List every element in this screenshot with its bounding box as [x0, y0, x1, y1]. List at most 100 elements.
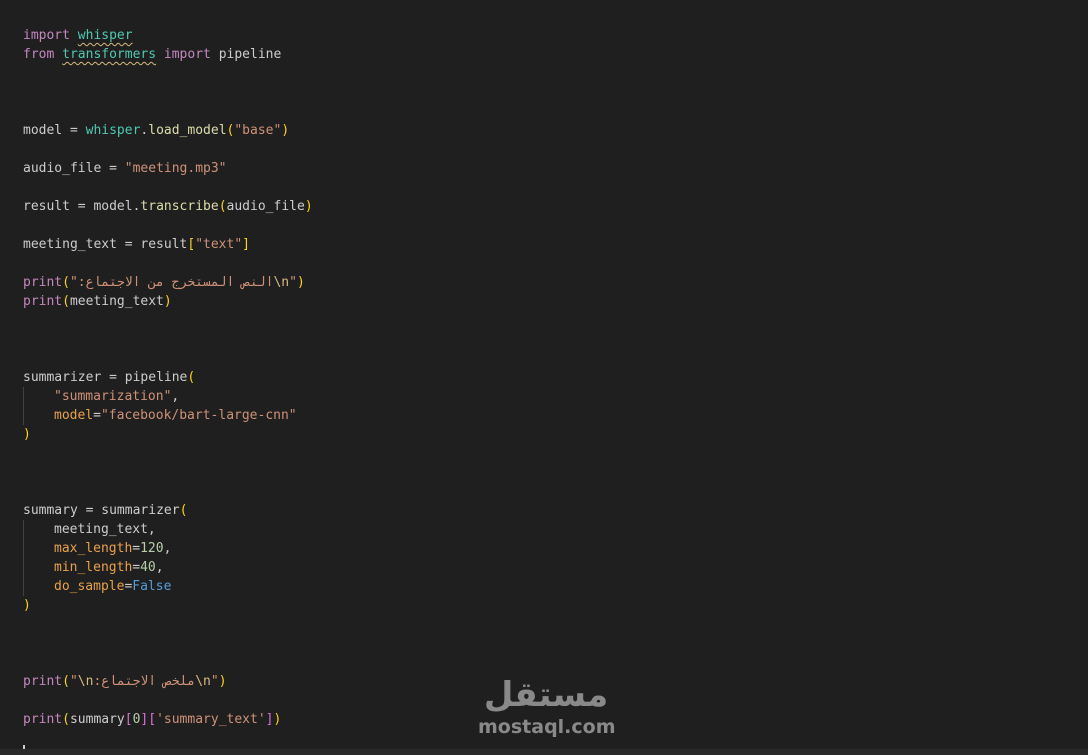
indent-guide [23, 520, 54, 539]
var-model: model [23, 123, 63, 138]
operator: = [101, 161, 125, 176]
paren: ) [304, 199, 313, 214]
arg-meeting-text: meeting_text [69, 294, 164, 309]
paren: ( [62, 674, 70, 689]
paren: ( [179, 503, 188, 518]
code-line-31: ) [23, 596, 1088, 615]
obj-result: result [140, 237, 188, 252]
bracket: [ [148, 712, 157, 727]
code-line-14: print("النص المستخرج من الاجتماع:\n") [23, 273, 1088, 292]
operator: = [62, 123, 86, 138]
paren: ( [62, 712, 70, 727]
function-print: print [23, 294, 63, 309]
var-summarizer: summarizer [23, 370, 102, 385]
module-whisper: whisper [77, 28, 133, 43]
bracket: ] [242, 237, 250, 252]
paren: ( [218, 199, 227, 214]
code-line-19: summarizer = pipeline( [23, 368, 1088, 387]
code-line-22: ) [23, 425, 1088, 444]
quote: " [210, 674, 219, 689]
string-summary-text-key: 'summary_text' [156, 712, 266, 727]
horizontal-scrollbar[interactable] [0, 749, 1088, 755]
number-40: 40 [140, 560, 156, 575]
watermark-latin-text: mostaql.com [478, 716, 616, 738]
obj-model: model [93, 199, 133, 214]
paren: ) [296, 275, 305, 290]
code-line-21: model="facebook/bart-large-cnn" [23, 406, 1088, 425]
paren: ) [163, 294, 172, 309]
code-line-6: model = whisper.load_model("base") [23, 121, 1088, 140]
function-summarizer: summarizer [101, 503, 180, 518]
string-text-key: "text" [195, 237, 243, 252]
arg-audio-file: audio_file [226, 199, 305, 214]
string-arabic-extracted-text: النص المستخرج من الاجتماع: [77, 275, 274, 290]
code-line-27: meeting_text, [23, 520, 1088, 539]
code-editor[interactable]: import whisper from transformers import … [0, 0, 1088, 755]
escape-newline: \n [77, 674, 94, 689]
quote: " [69, 275, 78, 290]
comma: , [147, 522, 156, 537]
param-min-length: min_length [54, 560, 133, 575]
escape-newline: \n [195, 674, 211, 689]
function-load-model: load_model [148, 123, 227, 138]
paren: ( [62, 275, 70, 290]
code-line-2: from transformers import pipeline [23, 45, 1088, 64]
comma: , [155, 560, 164, 575]
constant-false: False [132, 579, 172, 594]
code-line-26: summary = summarizer( [23, 501, 1088, 520]
operator: = [101, 370, 125, 385]
comma: , [171, 389, 180, 404]
code-line-20: "summarization", [23, 387, 1088, 406]
arg-meeting-text: meeting_text [54, 522, 148, 537]
operator: = [69, 199, 94, 214]
quote: " [289, 275, 297, 290]
mostaql-watermark: مستقل mostaql.com [478, 672, 618, 742]
string-base: "base" [234, 123, 282, 138]
equals: = [132, 560, 141, 575]
operator: = [116, 237, 141, 252]
quote: " [69, 674, 78, 689]
indent-guide [23, 577, 54, 596]
equals: = [132, 541, 141, 556]
paren: ( [62, 294, 70, 309]
equals: = [93, 408, 101, 423]
code-line-12: meeting_text = result["text"] [23, 235, 1088, 254]
paren: ( [187, 370, 196, 385]
indent-guide [23, 387, 54, 406]
escape-newline: \n [273, 275, 290, 290]
param-max-length: max_length [54, 541, 133, 556]
string-summarization: "summarization" [54, 389, 172, 404]
logo-arabic-text: مستقل [484, 675, 608, 715]
keyword-from: from [23, 47, 55, 62]
function-pipeline: pipeline [124, 370, 188, 385]
mostaql-logo-icon: مستقل [484, 675, 608, 715]
bracket: [ [124, 712, 133, 727]
obj-summary: summary [69, 712, 125, 727]
paren: ) [23, 598, 31, 613]
indent-guide [23, 558, 54, 577]
var-result: result [23, 199, 70, 214]
indent-guide [23, 539, 54, 558]
function-transcribe: transcribe [140, 199, 219, 214]
code-line-8: audio_file = "meeting.mp3" [23, 159, 1088, 178]
var-summary: summary [23, 503, 78, 518]
function-print: print [23, 712, 63, 727]
paren: ) [218, 674, 227, 689]
module-whisper: whisper [85, 123, 141, 138]
code-area[interactable]: import whisper from transformers import … [23, 26, 1088, 729]
module-transformers: transformers [62, 47, 157, 62]
code-line-10: result = model.transcribe(audio_file) [23, 197, 1088, 216]
code-line-15: print(meeting_text) [23, 292, 1088, 311]
